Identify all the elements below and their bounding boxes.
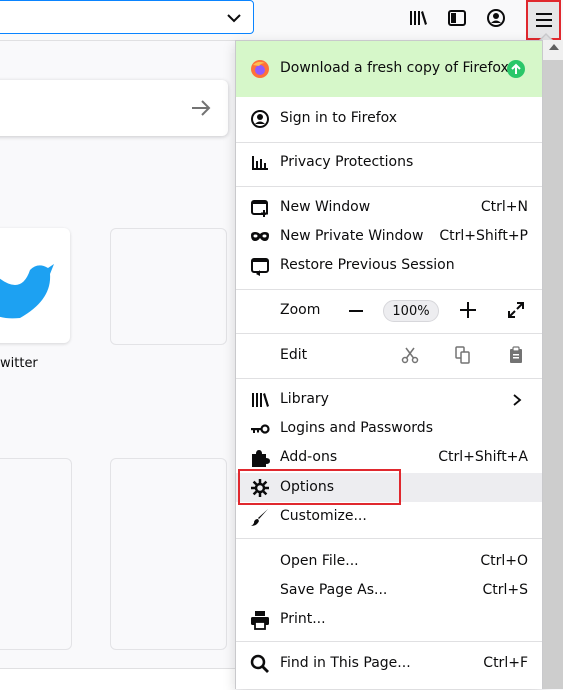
menu-item-label: Library [280,391,329,407]
chevron-down-icon[interactable] [225,9,243,27]
hamburger-menu-icon [536,13,552,27]
firefox-logo-icon [251,60,269,78]
separator [236,289,542,290]
separator [236,378,542,379]
menu-item-label: Open File... [280,553,359,569]
menu-item-label: Print... [280,611,326,627]
search-icon [250,654,269,673]
library-icon [252,393,269,407]
printer-icon [251,611,269,630]
update-arrow-icon [507,60,525,78]
zoom-out-icon[interactable] [348,303,364,319]
menu-item-shortcut: Ctrl+N [480,199,528,215]
key-icon [251,424,270,434]
top-site-label: witter [0,356,38,371]
menu-item-sign-in[interactable]: Sign in to Firefox [236,104,542,133]
menu-item-shortcut: Ctrl+F [483,655,528,671]
menu-item-label: Privacy Protections [280,154,414,170]
puzzle-piece-icon [252,450,270,467]
private-mask-icon [251,232,269,241]
scroll-up-arrow-icon[interactable] [549,44,559,50]
menu-item-save-page[interactable]: Save Page As... Ctrl+S [236,576,542,605]
highlight-card-empty[interactable] [0,458,72,650]
arrow-right-icon[interactable] [190,98,212,118]
zoom-in-icon[interactable] [458,300,478,320]
library-icon[interactable] [408,8,428,28]
newtab-search-box[interactable] [0,80,228,136]
update-banner-label: Download a fresh copy of Firefox [280,60,509,76]
separator [236,641,542,642]
chart-bars-icon [252,156,268,170]
menu-item-new-window[interactable]: New Window Ctrl+N [236,193,542,222]
scrollbar-thumb[interactable] [543,60,563,689]
menu-item-label: Add-ons [280,449,338,465]
fullscreen-icon[interactable] [506,300,526,320]
chevron-right-icon [513,394,522,406]
separator [236,186,542,187]
browser-toolbar [0,0,563,41]
restore-session-icon [251,258,269,276]
menu-item-label: New Private Window [280,228,424,244]
edit-label: Edit [280,347,308,363]
menu-item-shortcut: Ctrl+O [480,553,528,569]
menu-item-customize[interactable]: Customize... [236,502,542,531]
menu-item-shortcut: Ctrl+Shift+P [439,228,528,244]
menu-item-label: Find in This Page... [280,655,411,671]
menu-item-logins[interactable]: Logins and Passwords [236,414,542,443]
menu-item-label: Restore Previous Session [280,257,455,273]
menu-item-label: Customize... [280,508,367,524]
menu-item-label: Sign in to Firefox [280,110,398,126]
new-window-icon [251,200,268,217]
menu-item-addons[interactable]: Add-ons Ctrl+Shift+A [236,443,542,472]
menu-item-shortcut: Ctrl+Shift+A [438,449,528,465]
sidebars-icon[interactable] [447,8,467,28]
menu-item-zoom: Zoom 100% [236,296,542,325]
menu-item-edit: Edit [236,341,542,370]
separator [236,538,542,539]
paintbrush-icon [251,509,268,526]
top-site-tile-empty[interactable] [110,228,227,345]
separator [236,333,542,334]
options-highlight-box [238,469,401,505]
twitter-logo-icon [0,264,54,319]
menu-item-open-file[interactable]: Open File... Ctrl+O [236,547,542,576]
menu-item-label: Logins and Passwords [280,420,433,436]
menu-item-library[interactable]: Library [236,385,542,414]
zoom-label: Zoom [280,302,321,318]
menu-item-find[interactable]: Find in This Page... Ctrl+F [236,649,542,678]
menu-item-restore-session[interactable]: Restore Previous Session [236,251,542,280]
separator [236,142,542,143]
update-banner[interactable]: Download a fresh copy of Firefox [236,41,542,97]
status-bar [0,668,236,690]
cut-icon[interactable] [401,346,419,364]
menu-item-label: New Window [280,199,371,215]
highlight-card-empty[interactable] [110,458,227,650]
account-icon [251,110,269,128]
copy-icon[interactable] [454,346,472,364]
menu-item-privacy-protections[interactable]: Privacy Protections [236,148,542,177]
paste-icon[interactable] [507,346,525,364]
menu-item-shortcut: Ctrl+S [482,582,528,598]
zoom-reset-button[interactable]: 100% [383,300,439,322]
menu-item-label: Save Page As... [280,582,388,598]
address-bar[interactable] [0,0,254,34]
top-site-tile-twitter[interactable] [0,228,70,343]
menu-item-print[interactable]: Print... [236,605,542,634]
app-menu-panel: Download a fresh copy of Firefox Sign in… [235,40,543,689]
menu-item-new-private-window[interactable]: New Private Window Ctrl+Shift+P [236,222,542,251]
account-icon[interactable] [486,8,506,28]
